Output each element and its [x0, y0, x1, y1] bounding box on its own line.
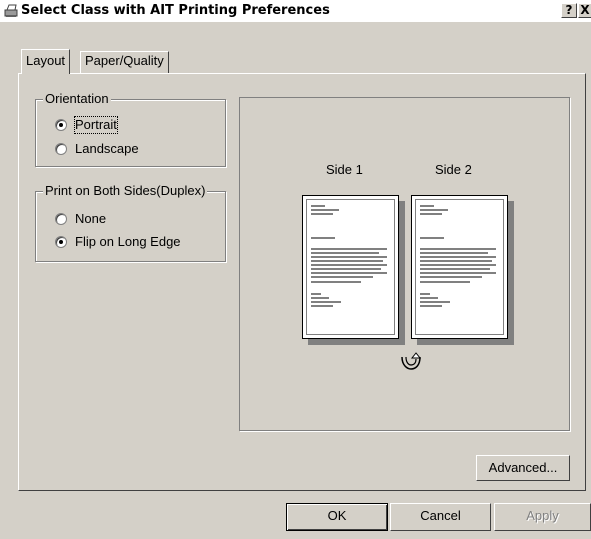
tab-paper-quality[interactable]: Paper/Quality: [80, 51, 169, 73]
tab-paper-quality-label: Paper/Quality: [85, 53, 164, 68]
advanced-button-label: Advanced...: [488, 460, 558, 475]
side-2-page: [411, 195, 508, 339]
side-2-label: Side 2: [435, 162, 472, 177]
apply-button-label: Apply: [526, 508, 559, 523]
close-button[interactable]: X: [578, 3, 591, 18]
printing-preferences-dialog: Select Class with AIT Printing Preferenc…: [0, 0, 591, 539]
side-1-label: Side 1: [326, 162, 363, 177]
none-radio[interactable]: None: [55, 211, 135, 227]
title-bar[interactable]: Select Class with AIT Printing Preferenc…: [0, 0, 591, 22]
none-label: None: [75, 211, 107, 226]
portrait-radio-button[interactable]: [55, 119, 67, 131]
flip-arrow-icon: [401, 352, 422, 370]
flip-long-edge-radio-button[interactable]: [55, 236, 67, 248]
preview-pane: Side 1 Side 2: [239, 97, 570, 431]
portrait-label: Portrait: [74, 116, 118, 134]
side-1-page: [302, 195, 399, 339]
side-1-page-text-lines: [311, 205, 387, 307]
help-button[interactable]: ?: [561, 3, 577, 18]
tab-layout-label: Layout: [26, 53, 66, 68]
flip-long-edge-radio[interactable]: Flip on Long Edge: [55, 234, 195, 250]
flip-long-edge-label: Flip on Long Edge: [75, 234, 181, 249]
side-2-page-text-lines: [420, 205, 496, 307]
landscape-label: Landscape: [75, 141, 139, 156]
printer-icon: [4, 4, 18, 17]
duplex-group-label: Print on Both Sides(Duplex): [43, 183, 208, 199]
portrait-radio[interactable]: Portrait: [55, 116, 145, 134]
none-radio-button[interactable]: [55, 213, 67, 225]
duplex-group: Print on Both Sides(Duplex) None Flip on…: [35, 183, 226, 262]
ok-button[interactable]: OK: [286, 503, 388, 531]
window-title: Select Class with AIT Printing Preferenc…: [21, 3, 330, 18]
orientation-group: Orientation Portrait Landscape: [35, 91, 226, 167]
tab-layout[interactable]: Layout: [21, 49, 71, 74]
advanced-button[interactable]: Advanced...: [476, 455, 570, 481]
orientation-group-label: Orientation: [43, 91, 111, 107]
landscape-radio-button[interactable]: [55, 143, 67, 155]
ok-button-label: OK: [327, 508, 347, 523]
cancel-button[interactable]: Cancel: [390, 503, 491, 531]
cancel-button-label: Cancel: [420, 508, 461, 523]
apply-button[interactable]: Apply: [494, 503, 591, 531]
landscape-radio[interactable]: Landscape: [55, 141, 155, 157]
